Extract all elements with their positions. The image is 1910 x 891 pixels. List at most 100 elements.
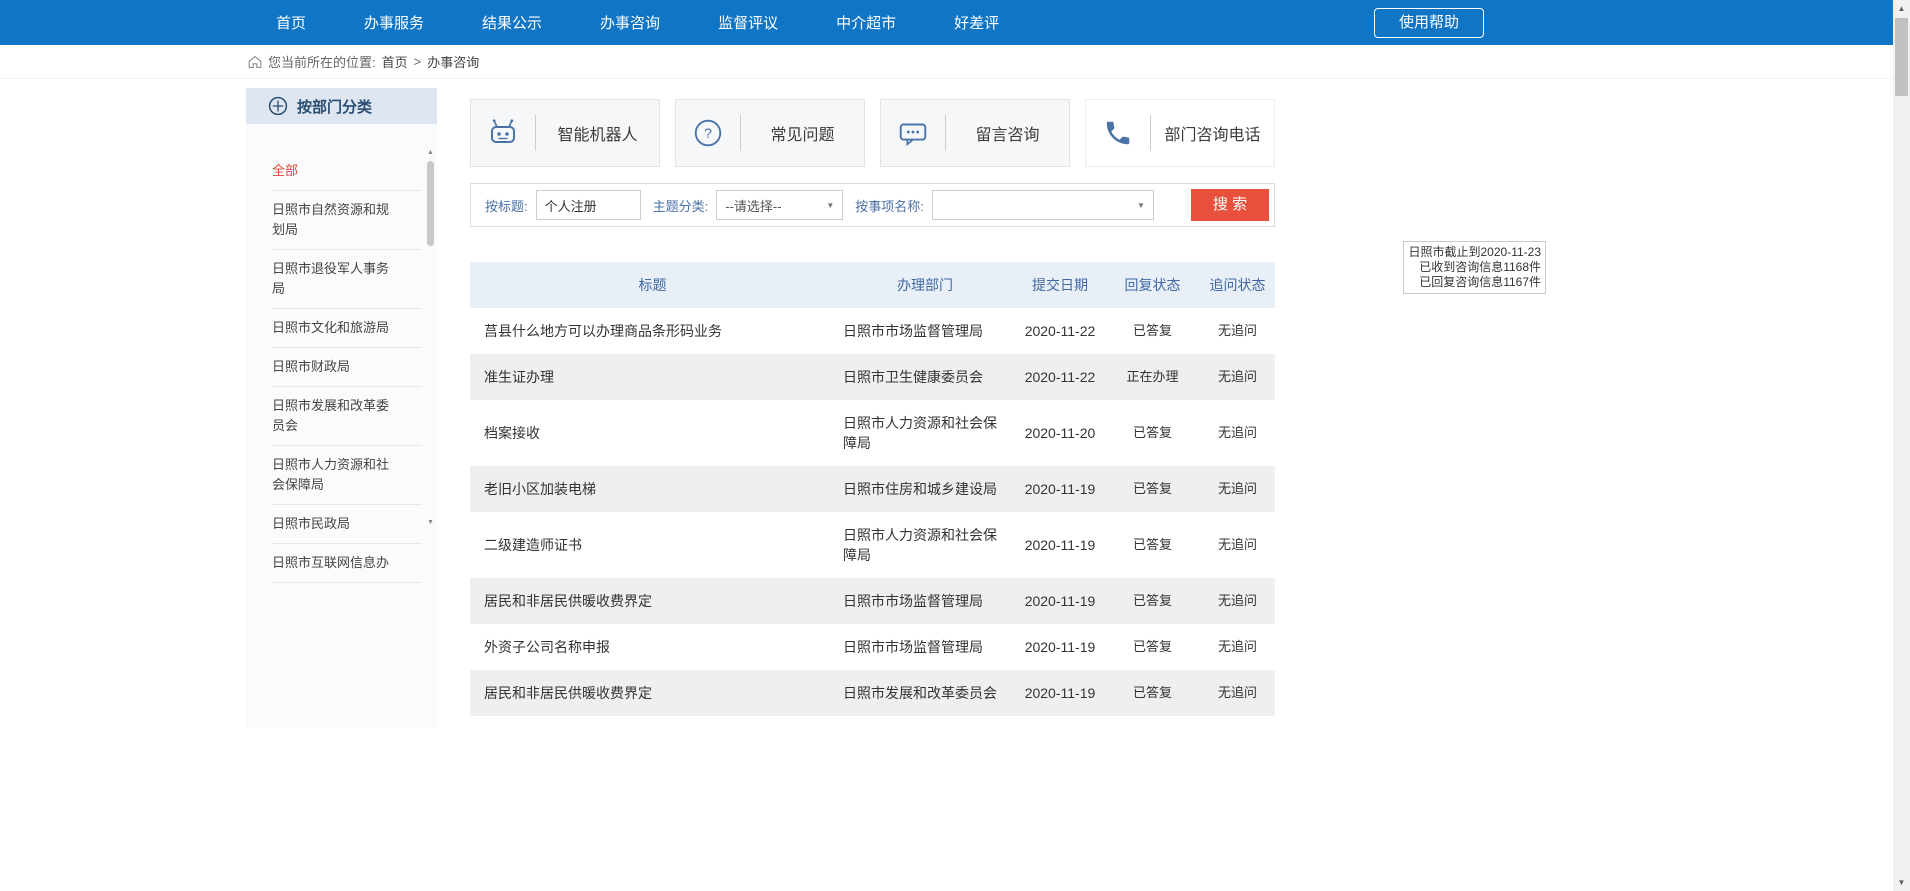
sidebar-scrollbar[interactable]: ▲ ▼ [426,148,435,528]
help-button[interactable]: 使用帮助 [1374,8,1484,38]
quick-link-cards: 智能机器人 ? 常见问题 留 [470,99,1275,167]
table-row[interactable]: 老旧小区加装电梯 日照市住房和城乡建设局 2020-11-19 已答复 无追问 [470,466,1275,512]
department-list-item[interactable]: 日照市互联网信息办 [272,544,422,583]
department-list-item[interactable]: 日照市民政局 [272,505,422,544]
question-icon: ? [676,116,740,150]
nav-item[interactable]: 监督评议 [718,12,778,33]
row-followup-status: 无追问 [1200,670,1275,716]
row-submit-date: 2020-11-19 [1015,670,1105,716]
table-row[interactable]: 莒县什么地方可以办理商品条形码业务 日照市市场监督管理局 2020-11-22 … [470,308,1275,354]
sidebar-scroll-down-icon[interactable]: ▼ [426,518,435,528]
nav-item[interactable]: 首页 [276,12,306,33]
row-title[interactable]: 居民和非居民供暖收费界定 [470,670,835,716]
category-select[interactable]: --请选择-- ▼ [716,190,843,220]
table-header-cell: 办理部门 [835,262,1015,308]
table-row[interactable]: 居民和非居民供暖收费界定 日照市市场监督管理局 2020-11-19 已答复 无… [470,578,1275,624]
smart-robot-label: 智能机器人 [536,121,659,145]
row-followup-status: 无追问 [1200,400,1275,466]
home-icon [248,55,262,69]
search-button[interactable]: 搜 索 [1191,189,1269,221]
row-reply-status: 已答复 [1105,400,1200,466]
department-list-item-label: 日照市文化和旅游局 [272,320,389,335]
scroll-up-icon[interactable]: ▲ [1893,0,1910,17]
table-header-cell: 回复状态 [1105,262,1200,308]
page-scrollbar[interactable]: ▲ ▼ [1893,0,1910,891]
row-department: 日照市人力资源和社会保障局 [835,400,1015,466]
item-name-select[interactable]: ▼ [932,190,1154,220]
svg-text:?: ? [704,126,712,142]
row-submit-date: 2020-11-19 [1015,466,1105,512]
table-row[interactable]: 居民和非居民供暖收费界定 日照市发展和改革委员会 2020-11-19 已答复 … [470,670,1275,716]
phone-consult-label: 部门咨询电话 [1151,121,1274,145]
nav-item[interactable]: 办事咨询 [600,12,660,33]
row-reply-status: 已答复 [1105,624,1200,670]
title-search-input[interactable] [536,190,641,220]
row-title[interactable]: 外资子公司名称申报 [470,624,835,670]
row-title[interactable]: 莒县什么地方可以办理商品条形码业务 [470,308,835,354]
stats-box: 日照市截止到2020-11-23 已收到咨询信息1168件 已回复咨询信息116… [1403,241,1546,294]
scroll-down-icon[interactable]: ▼ [1893,874,1910,891]
chevron-down-icon: ▼ [826,201,834,210]
department-list-item[interactable]: 日照市退役军人事务局 [272,250,422,309]
table-header-cell: 标题 [470,262,835,308]
message-icon [881,116,945,150]
smart-robot-card[interactable]: 智能机器人 [470,99,660,167]
chevron-down-icon: ▼ [1137,201,1145,210]
search-bar: 按标题: 主题分类: --请选择-- ▼ 按事项名称: ▼ 搜 索 [470,183,1275,227]
department-list-item[interactable]: 日照市自然资源和规划局 [272,191,422,250]
table-row[interactable]: 准生证办理 日照市卫生健康委员会 2020-11-22 正在办理 无追问 [470,354,1275,400]
row-followup-status: 无追问 [1200,308,1275,354]
row-title[interactable]: 准生证办理 [470,354,835,400]
department-list-item[interactable]: 日照市人力资源和社会保障局 [272,446,422,505]
consultation-table: 标题 办理部门 提交日期 回复状态 追问状态 莒县什么地方可以办理商品条形码业务… [470,262,1275,716]
faq-card[interactable]: ? 常见问题 [675,99,865,167]
row-title[interactable]: 居民和非居民供暖收费界定 [470,578,835,624]
row-department: 日照市市场监督管理局 [835,308,1015,354]
row-submit-date: 2020-11-22 [1015,354,1105,400]
main-content: 智能机器人 ? 常见问题 留 [470,88,1275,716]
breadcrumb-home-link[interactable]: 首页 [382,52,408,71]
row-submit-date: 2020-11-19 [1015,512,1105,578]
nav-item[interactable]: 结果公示 [482,12,542,33]
department-list-item[interactable]: 日照市发展和改革委员会 [272,387,422,446]
message-consult-card[interactable]: 留言咨询 [880,99,1070,167]
row-department: 日照市住房和城乡建设局 [835,466,1015,512]
table-row[interactable]: 档案接收 日照市人力资源和社会保障局 2020-11-20 已答复 无追问 [470,400,1275,466]
row-submit-date: 2020-11-19 [1015,624,1105,670]
department-list-item[interactable]: 全部 [272,152,422,191]
stats-line-3: 已回复咨询信息1167件 [1408,275,1541,290]
row-department: 日照市发展和改革委员会 [835,670,1015,716]
department-list-item-label: 日照市民政局 [272,516,350,531]
stats-line-2: 已收到咨询信息1168件 [1408,260,1541,275]
nav-item[interactable]: 好差评 [954,12,999,33]
table-header-row: 标题 办理部门 提交日期 回复状态 追问状态 [470,262,1275,308]
sidebar-scrollbar-thumb[interactable] [427,161,434,246]
row-reply-status: 已答复 [1105,512,1200,578]
sidebar-scroll-up-icon[interactable]: ▲ [426,148,435,158]
row-submit-date: 2020-11-19 [1015,578,1105,624]
item-name-label: 按事项名称: [855,196,924,215]
department-list-item-label: 日照市退役军人事务局 [272,261,389,296]
phone-consult-card[interactable]: 部门咨询电话 [1085,99,1275,167]
breadcrumb: 您当前所在的位置: 首页 > 办事咨询 [0,45,1893,79]
department-list-item-label: 日照市财政局 [272,359,350,374]
row-title[interactable]: 二级建造师证书 [470,512,835,578]
category-select-value: --请选择-- [725,196,781,215]
department-list-item[interactable]: 日照市文化和旅游局 [272,309,422,348]
row-reply-status: 已答复 [1105,578,1200,624]
row-reply-status: 已答复 [1105,308,1200,354]
table-header-cell: 追问状态 [1200,262,1275,308]
department-list-item[interactable]: 日照市财政局 [272,348,422,387]
row-reply-status: 已答复 [1105,670,1200,716]
row-title[interactable]: 档案接收 [470,400,835,466]
row-title[interactable]: 老旧小区加装电梯 [470,466,835,512]
page-scrollbar-thumb[interactable] [1895,18,1908,96]
nav-item[interactable]: 办事服务 [364,12,424,33]
department-list: 全部 日照市自然资源和规划局 日照市退役军人事务局 日照市文化和旅游局 日照市财… [246,124,437,583]
department-list-item-label: 日照市互联网信息办 [272,555,389,570]
table-header-cell: 提交日期 [1015,262,1105,308]
table-row[interactable]: 外资子公司名称申报 日照市市场监督管理局 2020-11-19 已答复 无追问 [470,624,1275,670]
row-reply-status: 正在办理 [1105,354,1200,400]
table-row[interactable]: 二级建造师证书 日照市人力资源和社会保障局 2020-11-19 已答复 无追问 [470,512,1275,578]
nav-item[interactable]: 中介超市 [836,12,896,33]
